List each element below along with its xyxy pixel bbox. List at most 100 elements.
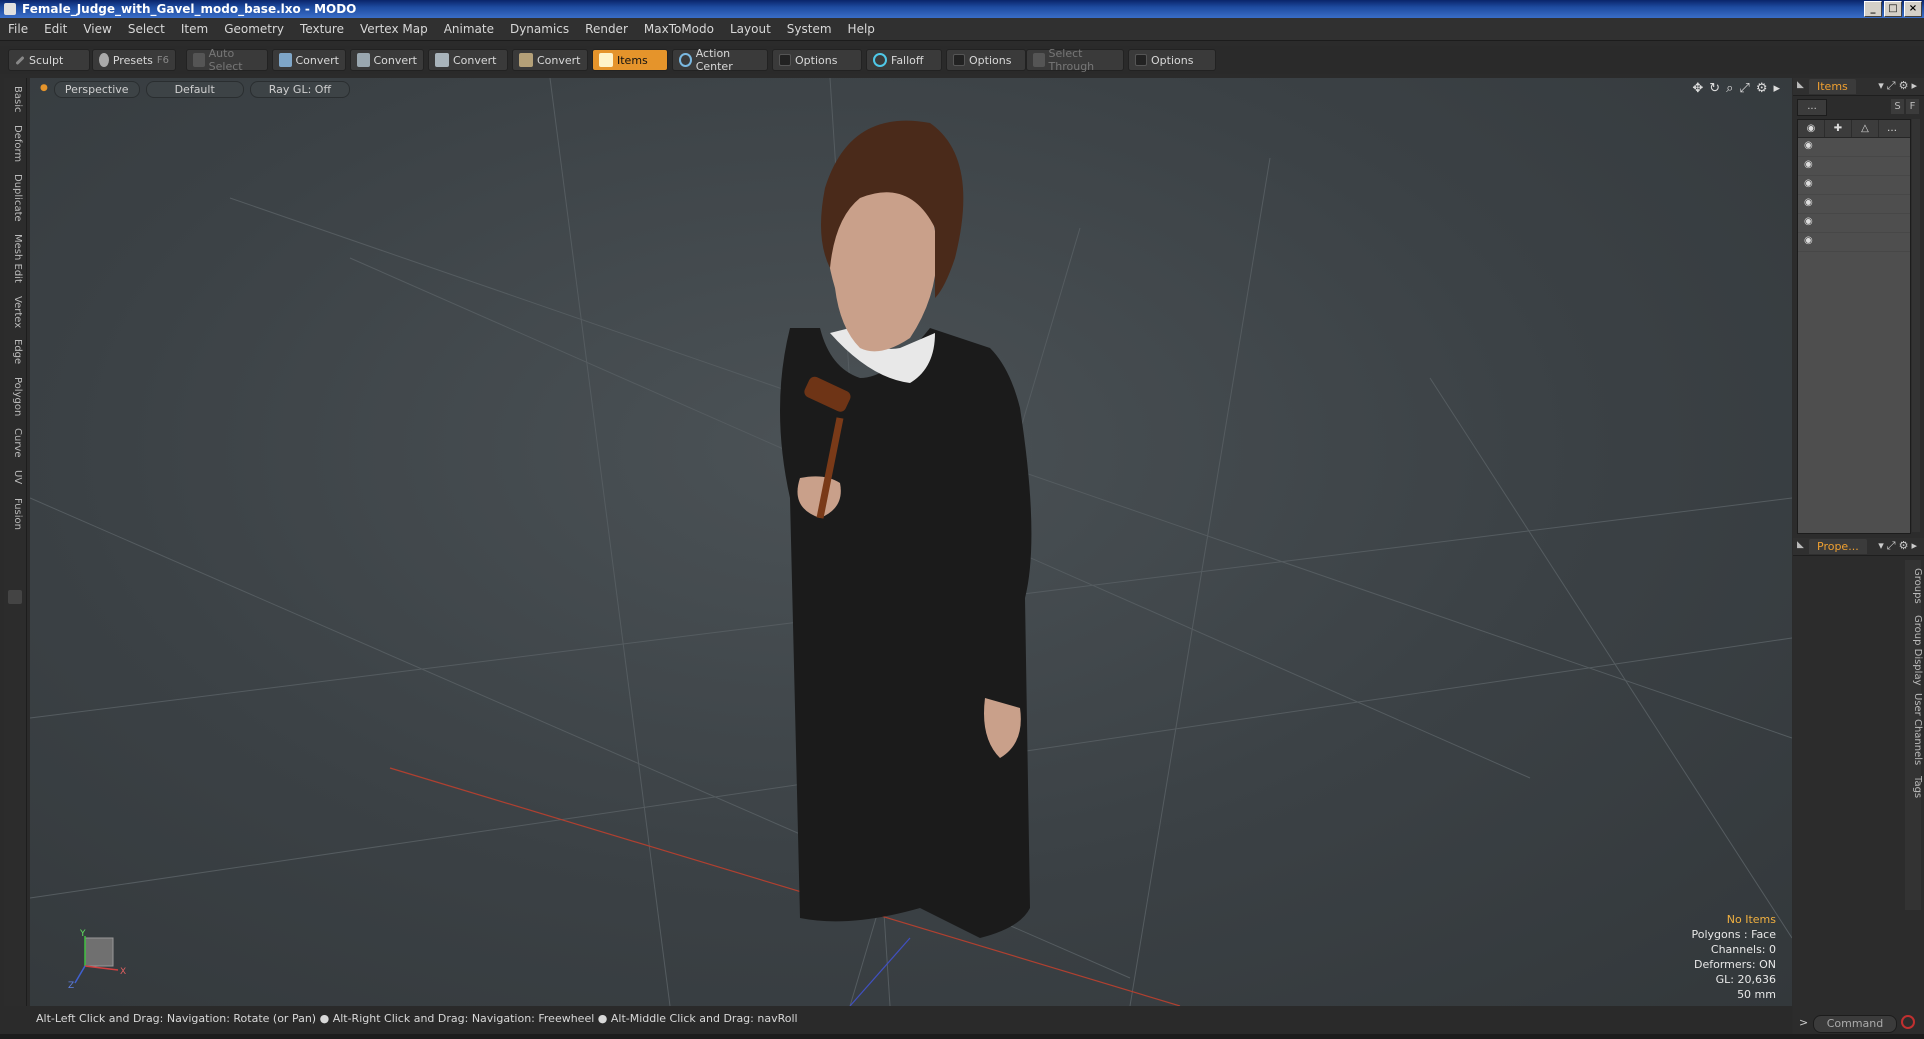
eye-icon[interactable]: ◉ bbox=[1804, 216, 1813, 227]
menu-vertex-map[interactable]: Vertex Map bbox=[352, 22, 436, 36]
menu-geometry[interactable]: Geometry bbox=[216, 22, 292, 36]
tab-groups[interactable]: Groups bbox=[1907, 562, 1923, 610]
convert-vertices-button[interactable]: Convert bbox=[272, 49, 346, 71]
menu-help[interactable]: Help bbox=[840, 22, 883, 36]
tab-group-display[interactable]: Group Display bbox=[1907, 614, 1923, 686]
more-columns-icon[interactable]: … bbox=[1879, 120, 1905, 137]
z-axis-line bbox=[849, 937, 911, 1006]
viewport-menu-icon[interactable]: ● bbox=[40, 81, 48, 98]
list-item[interactable]: ◉ bbox=[1798, 138, 1910, 157]
brush-icon bbox=[15, 55, 25, 65]
list-item[interactable]: ◉ bbox=[1798, 195, 1910, 214]
items-mode-button[interactable]: Items bbox=[592, 49, 668, 71]
select-through-button[interactable]: Select Through bbox=[1026, 47, 1124, 73]
play-icon[interactable]: ▸ bbox=[1773, 81, 1780, 96]
auto-select-button[interactable]: Auto Select bbox=[186, 47, 268, 73]
falloff-button[interactable]: Falloff bbox=[866, 49, 942, 71]
lock-column-icon[interactable]: ✚ bbox=[1825, 120, 1852, 137]
tab-properties[interactable]: Prope... bbox=[1809, 539, 1867, 554]
sculpt-button[interactable]: Sculpt bbox=[8, 49, 90, 71]
window-title: Female_Judge_with_Gavel_modo_base.lxo - … bbox=[22, 2, 357, 16]
vertices-cube-icon bbox=[279, 53, 292, 67]
eye-icon[interactable]: ◉ bbox=[1804, 178, 1813, 189]
3d-viewport[interactable]: Y X Z ● Perspective Default Ray GL: Off … bbox=[30, 78, 1792, 1006]
menu-select[interactable]: Select bbox=[120, 22, 173, 36]
menu-maxtomodo[interactable]: MaxToModo bbox=[636, 22, 722, 36]
eye-icon[interactable]: ◉ bbox=[1804, 159, 1813, 170]
action-center-options-button[interactable]: Options bbox=[772, 49, 862, 71]
menu-item[interactable]: Item bbox=[173, 22, 216, 36]
type-column-icon[interactable]: △ bbox=[1852, 120, 1879, 137]
tab-mesh-edit[interactable]: Mesh Edit bbox=[7, 230, 23, 286]
record-icon[interactable] bbox=[1901, 1015, 1915, 1029]
command-input[interactable]: Command bbox=[1813, 1015, 1897, 1033]
gl-info: GL: 20,636 bbox=[1715, 973, 1776, 986]
tab-items[interactable]: Items bbox=[1809, 79, 1856, 94]
menu-layout[interactable]: Layout bbox=[722, 22, 779, 36]
list-item[interactable]: ◉ bbox=[1798, 176, 1910, 195]
tab-polygon[interactable]: Polygon bbox=[7, 374, 23, 420]
tab-curve[interactable]: Curve bbox=[7, 426, 23, 460]
pan-icon[interactable]: ✥ bbox=[1692, 81, 1703, 96]
menu-dynamics[interactable]: Dynamics bbox=[502, 22, 577, 36]
tab-tags[interactable]: Tags bbox=[1907, 772, 1923, 802]
tab-vertex[interactable]: Vertex bbox=[7, 292, 23, 332]
tab-edge[interactable]: Edge bbox=[7, 336, 23, 368]
expand-icon[interactable] bbox=[8, 590, 22, 604]
gear-icon[interactable]: ⚙ bbox=[1756, 81, 1768, 96]
tab-deform[interactable]: Deform bbox=[7, 122, 23, 166]
view-type-dropdown[interactable]: Perspective bbox=[53, 81, 140, 98]
menu-animate[interactable]: Animate bbox=[436, 22, 502, 36]
panel-tools[interactable]: ▾⤢⚙▸ bbox=[1878, 539, 1920, 553]
items-panel-header: ◣ Items ▾⤢⚙▸ bbox=[1793, 78, 1924, 96]
list-item[interactable]: ◉ bbox=[1798, 233, 1910, 252]
action-center-button[interactable]: Action Center bbox=[672, 47, 768, 73]
menu-edit[interactable]: Edit bbox=[36, 22, 75, 36]
menu-view[interactable]: View bbox=[75, 22, 119, 36]
tab-user-channels[interactable]: User Channels bbox=[1907, 690, 1923, 768]
eye-icon[interactable]: ◉ bbox=[1804, 140, 1813, 151]
list-item[interactable]: ◉ bbox=[1798, 214, 1910, 233]
select-through-options-button[interactable]: Options bbox=[1128, 49, 1216, 71]
tab-basic[interactable]: Basic bbox=[7, 82, 23, 116]
shading-dropdown[interactable]: Default bbox=[145, 81, 244, 98]
edges-cube-icon bbox=[357, 53, 370, 67]
list-item[interactable]: ◉ bbox=[1798, 157, 1910, 176]
convert-edges-button[interactable]: Convert bbox=[350, 49, 424, 71]
menu-system[interactable]: System bbox=[779, 22, 840, 36]
eye-icon[interactable]: ◉ bbox=[1804, 235, 1813, 246]
panel-menu-icon[interactable]: ◣ bbox=[1797, 540, 1804, 550]
menu-render[interactable]: Render bbox=[577, 22, 636, 36]
tab-duplicate[interactable]: Duplicate bbox=[7, 172, 23, 224]
panel-tools[interactable]: ▾⤢⚙▸ bbox=[1878, 79, 1920, 93]
close-button[interactable]: × bbox=[1904, 1, 1922, 17]
falloff-options-button[interactable]: Options bbox=[946, 49, 1026, 71]
items-list[interactable]: ◉ ✚ △ … ◉ ◉ ◉ ◉ ◉ ◉ bbox=[1797, 119, 1911, 534]
list-filter-dropdown[interactable]: ... bbox=[1797, 99, 1827, 116]
rotate-icon[interactable]: ↻ bbox=[1709, 81, 1720, 96]
f-button[interactable]: F bbox=[1906, 99, 1919, 114]
tab-uv[interactable]: UV bbox=[7, 466, 23, 488]
minimize-button[interactable]: _ bbox=[1864, 1, 1882, 17]
zoom-icon[interactable]: ⌕ bbox=[1726, 81, 1733, 96]
tab-fusion[interactable]: Fusion bbox=[7, 494, 23, 534]
fit-icon[interactable]: ⤢ bbox=[1739, 81, 1749, 96]
items-list-header: ◉ ✚ △ … bbox=[1798, 120, 1910, 138]
falloff-icon bbox=[873, 53, 887, 67]
panel-menu-icon[interactable]: ◣ bbox=[1797, 80, 1804, 90]
checkbox-icon bbox=[953, 54, 965, 66]
items-scrollbar[interactable] bbox=[1912, 119, 1920, 532]
menu-file[interactable]: File bbox=[0, 22, 36, 36]
s-button[interactable]: S bbox=[1891, 99, 1904, 114]
convert-materials-button[interactable]: Convert bbox=[512, 49, 588, 71]
convert-polygons-button[interactable]: Convert bbox=[428, 49, 508, 71]
x-axis-line bbox=[389, 767, 1181, 1006]
eye-icon[interactable]: ◉ bbox=[1804, 197, 1813, 208]
visibility-column-icon[interactable]: ◉ bbox=[1798, 120, 1825, 137]
viewport-info: No Items Polygons : Face Channels: 0 Def… bbox=[1691, 912, 1776, 1002]
maximize-button[interactable]: □ bbox=[1884, 1, 1902, 17]
menu-texture[interactable]: Texture bbox=[292, 22, 352, 36]
presets-button[interactable]: Presets F6 bbox=[92, 49, 176, 71]
raygl-toggle[interactable]: Ray GL: Off bbox=[249, 81, 351, 98]
checkbox-icon bbox=[1135, 54, 1147, 66]
